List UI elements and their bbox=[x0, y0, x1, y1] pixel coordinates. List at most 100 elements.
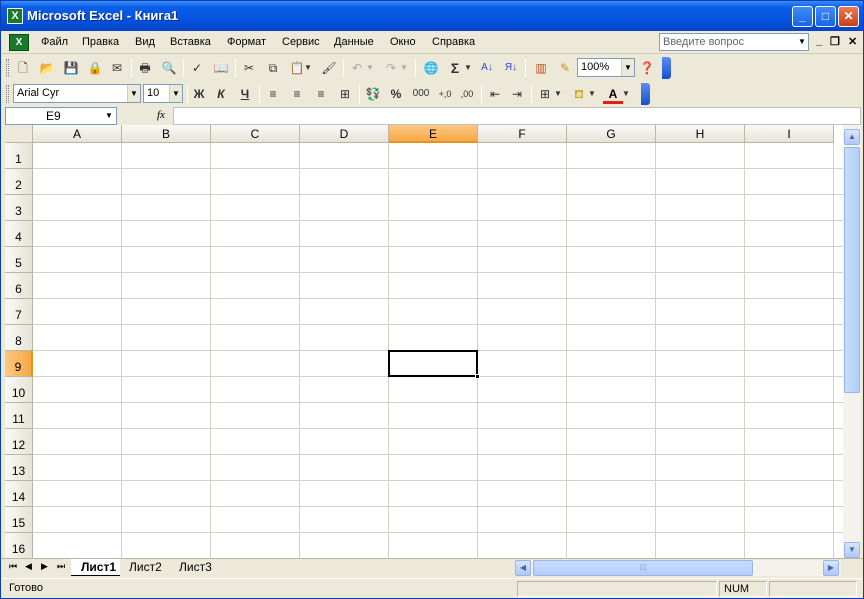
column-header-g[interactable]: G bbox=[567, 125, 656, 143]
doc-restore-button[interactable]: ❐ bbox=[830, 35, 840, 48]
scroll-up-icon[interactable]: ▲ bbox=[844, 129, 860, 145]
menu-window[interactable]: Окно bbox=[390, 36, 416, 48]
column-header-e[interactable]: E bbox=[389, 125, 478, 143]
toolbar-options-icon[interactable] bbox=[662, 57, 671, 79]
prev-sheet-icon[interactable]: ◀ bbox=[25, 561, 32, 572]
menu-view[interactable]: Вид bbox=[135, 36, 155, 48]
chevron-down-icon[interactable]: ▼ bbox=[796, 34, 808, 50]
last-sheet-icon[interactable]: ⏭ bbox=[57, 561, 65, 572]
increase-indent-icon[interactable]: ⇥ bbox=[507, 84, 527, 104]
row-header-12[interactable]: 12 bbox=[5, 429, 33, 455]
title-bar[interactable]: X Microsoft Excel - Книга1 _ □ ✕ bbox=[1, 1, 863, 31]
horizontal-scrollbar[interactable]: ◀ ⁞⁞⁞ ▶ bbox=[515, 560, 841, 576]
undo-icon[interactable]: ↶ bbox=[347, 58, 367, 78]
sheet-tab-3[interactable]: Лист3 bbox=[169, 559, 216, 576]
autosum-icon[interactable]: Σ bbox=[445, 58, 465, 78]
new-document-icon[interactable]: 🗋 bbox=[13, 58, 33, 78]
align-center-icon[interactable]: ≡ bbox=[287, 84, 307, 104]
active-cell[interactable] bbox=[388, 350, 478, 377]
chevron-down-icon[interactable]: ▼ bbox=[399, 58, 409, 78]
help-icon[interactable]: ❓ bbox=[637, 58, 657, 78]
row-header-9[interactable]: 9 bbox=[5, 351, 33, 377]
redo-icon[interactable]: ↷ bbox=[381, 58, 401, 78]
sort-ascending-icon[interactable]: A↓ bbox=[477, 58, 497, 78]
chevron-down-icon[interactable]: ▼ bbox=[102, 108, 116, 124]
underline-button[interactable]: Ч bbox=[235, 84, 255, 104]
chevron-down-icon[interactable]: ▼ bbox=[303, 58, 313, 78]
decrease-indent-icon[interactable]: ⇤ bbox=[485, 84, 505, 104]
decrease-decimal-button[interactable]: ,00 bbox=[457, 84, 477, 104]
font-select[interactable]: Arial Cyr ▼ bbox=[13, 84, 141, 103]
column-header-d[interactable]: D bbox=[300, 125, 389, 143]
row-header-8[interactable]: 8 bbox=[5, 325, 33, 351]
chevron-down-icon[interactable]: ▼ bbox=[621, 59, 634, 76]
print-preview-icon[interactable]: 🔍 bbox=[159, 58, 179, 78]
menu-tools[interactable]: Сервис bbox=[282, 36, 320, 48]
align-right-icon[interactable]: ≡ bbox=[311, 84, 331, 104]
spreadsheet-grid[interactable]: ABCDEFGHI 1 2 3 4 5 6 7 8 9 10 11 12 13 14 15 16 bbox=[5, 125, 843, 559]
toolbar-grip[interactable] bbox=[6, 59, 9, 77]
horizontal-scroll-thumb[interactable]: ⁞⁞⁞ bbox=[533, 560, 753, 576]
minimize-button[interactable]: _ bbox=[792, 6, 813, 27]
row-header-5[interactable]: 5 bbox=[5, 247, 33, 273]
toolbar-options-icon[interactable] bbox=[641, 83, 650, 105]
vertical-scrollbar[interactable]: ▲ ▼ bbox=[843, 125, 861, 559]
insert-function-icon[interactable]: fx bbox=[157, 109, 165, 121]
row-header-2[interactable]: 2 bbox=[5, 169, 33, 195]
bold-button[interactable]: Ж bbox=[189, 84, 209, 104]
sort-descending-icon[interactable]: Я↓ bbox=[501, 58, 521, 78]
sheet-tab-2[interactable]: Лист2 bbox=[119, 559, 166, 576]
maximize-button[interactable]: □ bbox=[815, 6, 836, 27]
zoom-select[interactable]: 100% ▼ bbox=[577, 58, 635, 77]
scroll-right-icon[interactable]: ▶ bbox=[823, 560, 839, 576]
email-icon[interactable]: ✉ bbox=[107, 58, 127, 78]
first-sheet-icon[interactable]: ⏮ bbox=[9, 561, 17, 572]
row-header-7[interactable]: 7 bbox=[5, 299, 33, 325]
research-icon[interactable]: 📖 bbox=[211, 58, 231, 78]
chevron-down-icon[interactable]: ▼ bbox=[553, 84, 563, 104]
document-icon[interactable]: X bbox=[9, 34, 29, 51]
column-header-f[interactable]: F bbox=[478, 125, 567, 143]
copy-icon[interactable]: ⧉ bbox=[263, 58, 283, 78]
doc-close-button[interactable]: ✕ bbox=[848, 35, 857, 48]
chevron-down-icon[interactable]: ▼ bbox=[169, 85, 182, 102]
menu-file[interactable]: Файл bbox=[41, 36, 68, 48]
row-header-13[interactable]: 13 bbox=[5, 455, 33, 481]
currency-icon[interactable]: 💱 bbox=[363, 84, 383, 104]
fill-handle[interactable] bbox=[475, 374, 480, 379]
scroll-down-icon[interactable]: ▼ bbox=[844, 542, 860, 558]
row-header-15[interactable]: 15 bbox=[5, 507, 33, 533]
doc-minimize-button[interactable]: _ bbox=[816, 35, 822, 47]
borders-icon[interactable]: ⊞ bbox=[535, 84, 555, 104]
sheet-tab-1[interactable]: Лист1 bbox=[71, 559, 121, 576]
fill-color-icon[interactable]: ⛾ bbox=[569, 84, 589, 104]
column-header-a[interactable]: A bbox=[33, 125, 122, 143]
font-size-select[interactable]: 10 ▼ bbox=[143, 84, 183, 103]
chevron-down-icon[interactable]: ▼ bbox=[463, 58, 473, 78]
excel-icon[interactable]: X bbox=[7, 8, 23, 24]
cut-icon[interactable]: ✂ bbox=[239, 58, 259, 78]
drawing-icon[interactable]: ✎ bbox=[555, 58, 575, 78]
menu-insert[interactable]: Вставка bbox=[170, 36, 211, 48]
help-question-input[interactable]: Введите вопрос ▼ bbox=[659, 33, 809, 51]
name-box[interactable]: E9 ▼ bbox=[5, 107, 117, 125]
close-button[interactable]: ✕ bbox=[838, 6, 859, 27]
chevron-down-icon[interactable]: ▼ bbox=[127, 85, 140, 102]
column-header-i[interactable]: I bbox=[745, 125, 834, 143]
row-header-10[interactable]: 10 bbox=[5, 377, 33, 403]
merge-center-icon[interactable]: ⊞ bbox=[335, 84, 355, 104]
toolbar-grip[interactable] bbox=[6, 85, 9, 103]
menu-help[interactable]: Справка bbox=[432, 36, 475, 48]
align-left-icon[interactable]: ≡ bbox=[263, 84, 283, 104]
chevron-down-icon[interactable]: ▼ bbox=[587, 84, 597, 104]
scroll-left-icon[interactable]: ◀ bbox=[515, 560, 531, 576]
vertical-scroll-thumb[interactable] bbox=[844, 147, 860, 393]
chevron-down-icon[interactable]: ▼ bbox=[621, 84, 631, 104]
row-header-3[interactable]: 3 bbox=[5, 195, 33, 221]
column-header-b[interactable]: B bbox=[122, 125, 211, 143]
menu-format[interactable]: Формат bbox=[227, 36, 266, 48]
menu-data[interactable]: Данные bbox=[334, 36, 374, 48]
spelling-icon[interactable]: ✓ bbox=[187, 58, 207, 78]
row-header-6[interactable]: 6 bbox=[5, 273, 33, 299]
column-header-h[interactable]: H bbox=[656, 125, 745, 143]
